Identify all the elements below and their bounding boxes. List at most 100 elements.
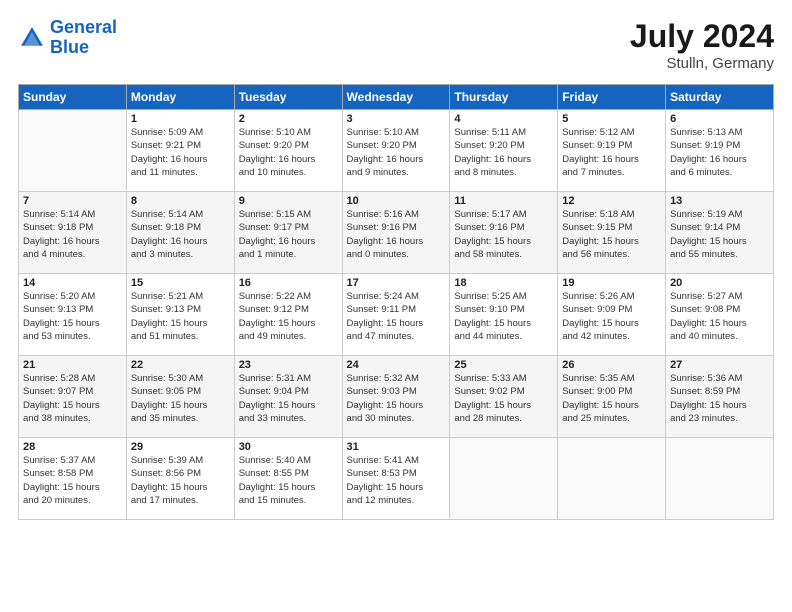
calendar-cell: 13Sunrise: 5:19 AM Sunset: 9:14 PM Dayli… (666, 192, 774, 274)
day-number: 19 (562, 277, 661, 289)
calendar-cell: 21Sunrise: 5:28 AM Sunset: 9:07 PM Dayli… (19, 356, 127, 438)
day-number: 21 (23, 359, 122, 371)
day-info: Sunrise: 5:37 AM Sunset: 8:58 PM Dayligh… (23, 454, 122, 507)
day-info: Sunrise: 5:20 AM Sunset: 9:13 PM Dayligh… (23, 290, 122, 343)
day-number: 22 (131, 359, 230, 371)
day-info: Sunrise: 5:41 AM Sunset: 8:53 PM Dayligh… (347, 454, 446, 507)
logo-general: General (50, 17, 117, 37)
day-info: Sunrise: 5:09 AM Sunset: 9:21 PM Dayligh… (131, 126, 230, 179)
calendar-cell: 24Sunrise: 5:32 AM Sunset: 9:03 PM Dayli… (342, 356, 450, 438)
day-info: Sunrise: 5:28 AM Sunset: 9:07 PM Dayligh… (23, 372, 122, 425)
day-number: 10 (347, 195, 446, 207)
day-info: Sunrise: 5:30 AM Sunset: 9:05 PM Dayligh… (131, 372, 230, 425)
calendar-header-row: SundayMondayTuesdayWednesdayThursdayFrid… (19, 85, 774, 110)
logo-icon (18, 24, 46, 52)
calendar-cell: 26Sunrise: 5:35 AM Sunset: 9:00 PM Dayli… (558, 356, 666, 438)
day-number: 15 (131, 277, 230, 289)
calendar-cell: 27Sunrise: 5:36 AM Sunset: 8:59 PM Dayli… (666, 356, 774, 438)
col-header-tuesday: Tuesday (234, 85, 342, 110)
calendar-week-row: 7Sunrise: 5:14 AM Sunset: 9:18 PM Daylig… (19, 192, 774, 274)
calendar-week-row: 28Sunrise: 5:37 AM Sunset: 8:58 PM Dayli… (19, 438, 774, 520)
calendar-location: Stulln, Germany (630, 55, 774, 72)
calendar-week-row: 1Sunrise: 5:09 AM Sunset: 9:21 PM Daylig… (19, 110, 774, 192)
calendar-cell (450, 438, 558, 520)
day-info: Sunrise: 5:40 AM Sunset: 8:55 PM Dayligh… (239, 454, 338, 507)
day-number: 24 (347, 359, 446, 371)
day-info: Sunrise: 5:32 AM Sunset: 9:03 PM Dayligh… (347, 372, 446, 425)
col-header-thursday: Thursday (450, 85, 558, 110)
calendar-cell: 5Sunrise: 5:12 AM Sunset: 9:19 PM Daylig… (558, 110, 666, 192)
day-number: 30 (239, 441, 338, 453)
calendar-title: July 2024 (630, 18, 774, 55)
day-info: Sunrise: 5:24 AM Sunset: 9:11 PM Dayligh… (347, 290, 446, 343)
day-info: Sunrise: 5:12 AM Sunset: 9:19 PM Dayligh… (562, 126, 661, 179)
day-number: 14 (23, 277, 122, 289)
calendar-cell: 19Sunrise: 5:26 AM Sunset: 9:09 PM Dayli… (558, 274, 666, 356)
calendar-cell: 25Sunrise: 5:33 AM Sunset: 9:02 PM Dayli… (450, 356, 558, 438)
day-number: 12 (562, 195, 661, 207)
col-header-saturday: Saturday (666, 85, 774, 110)
day-number: 26 (562, 359, 661, 371)
day-number: 29 (131, 441, 230, 453)
calendar-cell (558, 438, 666, 520)
calendar-cell: 6Sunrise: 5:13 AM Sunset: 9:19 PM Daylig… (666, 110, 774, 192)
day-info: Sunrise: 5:21 AM Sunset: 9:13 PM Dayligh… (131, 290, 230, 343)
day-info: Sunrise: 5:39 AM Sunset: 8:56 PM Dayligh… (131, 454, 230, 507)
calendar-cell: 14Sunrise: 5:20 AM Sunset: 9:13 PM Dayli… (19, 274, 127, 356)
title-block: July 2024 Stulln, Germany (630, 18, 774, 72)
col-header-monday: Monday (126, 85, 234, 110)
calendar-cell: 31Sunrise: 5:41 AM Sunset: 8:53 PM Dayli… (342, 438, 450, 520)
day-info: Sunrise: 5:15 AM Sunset: 9:17 PM Dayligh… (239, 208, 338, 261)
calendar-cell (666, 438, 774, 520)
day-number: 18 (454, 277, 553, 289)
day-number: 9 (239, 195, 338, 207)
col-header-friday: Friday (558, 85, 666, 110)
calendar-cell: 3Sunrise: 5:10 AM Sunset: 9:20 PM Daylig… (342, 110, 450, 192)
calendar-cell: 10Sunrise: 5:16 AM Sunset: 9:16 PM Dayli… (342, 192, 450, 274)
calendar-table: SundayMondayTuesdayWednesdayThursdayFrid… (18, 84, 774, 520)
page-container: General Blue July 2024 Stulln, Germany S… (0, 0, 792, 530)
day-info: Sunrise: 5:26 AM Sunset: 9:09 PM Dayligh… (562, 290, 661, 343)
logo: General Blue (18, 18, 117, 58)
header: General Blue July 2024 Stulln, Germany (18, 18, 774, 72)
day-info: Sunrise: 5:31 AM Sunset: 9:04 PM Dayligh… (239, 372, 338, 425)
day-number: 17 (347, 277, 446, 289)
calendar-cell: 7Sunrise: 5:14 AM Sunset: 9:18 PM Daylig… (19, 192, 127, 274)
day-number: 4 (454, 113, 553, 125)
calendar-cell: 1Sunrise: 5:09 AM Sunset: 9:21 PM Daylig… (126, 110, 234, 192)
day-number: 28 (23, 441, 122, 453)
day-number: 31 (347, 441, 446, 453)
calendar-cell: 8Sunrise: 5:14 AM Sunset: 9:18 PM Daylig… (126, 192, 234, 274)
day-info: Sunrise: 5:16 AM Sunset: 9:16 PM Dayligh… (347, 208, 446, 261)
calendar-cell: 22Sunrise: 5:30 AM Sunset: 9:05 PM Dayli… (126, 356, 234, 438)
day-number: 2 (239, 113, 338, 125)
day-number: 5 (562, 113, 661, 125)
calendar-cell: 17Sunrise: 5:24 AM Sunset: 9:11 PM Dayli… (342, 274, 450, 356)
day-number: 25 (454, 359, 553, 371)
day-number: 23 (239, 359, 338, 371)
calendar-cell: 30Sunrise: 5:40 AM Sunset: 8:55 PM Dayli… (234, 438, 342, 520)
logo-blue-text: Blue (50, 37, 89, 57)
day-info: Sunrise: 5:36 AM Sunset: 8:59 PM Dayligh… (670, 372, 769, 425)
day-number: 16 (239, 277, 338, 289)
day-number: 6 (670, 113, 769, 125)
calendar-cell: 16Sunrise: 5:22 AM Sunset: 9:12 PM Dayli… (234, 274, 342, 356)
calendar-cell: 9Sunrise: 5:15 AM Sunset: 9:17 PM Daylig… (234, 192, 342, 274)
day-info: Sunrise: 5:33 AM Sunset: 9:02 PM Dayligh… (454, 372, 553, 425)
day-info: Sunrise: 5:19 AM Sunset: 9:14 PM Dayligh… (670, 208, 769, 261)
calendar-cell: 28Sunrise: 5:37 AM Sunset: 8:58 PM Dayli… (19, 438, 127, 520)
day-info: Sunrise: 5:25 AM Sunset: 9:10 PM Dayligh… (454, 290, 553, 343)
day-info: Sunrise: 5:11 AM Sunset: 9:20 PM Dayligh… (454, 126, 553, 179)
calendar-cell: 29Sunrise: 5:39 AM Sunset: 8:56 PM Dayli… (126, 438, 234, 520)
day-info: Sunrise: 5:22 AM Sunset: 9:12 PM Dayligh… (239, 290, 338, 343)
col-header-wednesday: Wednesday (342, 85, 450, 110)
day-info: Sunrise: 5:14 AM Sunset: 9:18 PM Dayligh… (23, 208, 122, 261)
day-info: Sunrise: 5:14 AM Sunset: 9:18 PM Dayligh… (131, 208, 230, 261)
day-number: 13 (670, 195, 769, 207)
calendar-cell: 23Sunrise: 5:31 AM Sunset: 9:04 PM Dayli… (234, 356, 342, 438)
day-info: Sunrise: 5:10 AM Sunset: 9:20 PM Dayligh… (347, 126, 446, 179)
day-number: 27 (670, 359, 769, 371)
calendar-cell: 18Sunrise: 5:25 AM Sunset: 9:10 PM Dayli… (450, 274, 558, 356)
calendar-cell: 2Sunrise: 5:10 AM Sunset: 9:20 PM Daylig… (234, 110, 342, 192)
day-info: Sunrise: 5:35 AM Sunset: 9:00 PM Dayligh… (562, 372, 661, 425)
